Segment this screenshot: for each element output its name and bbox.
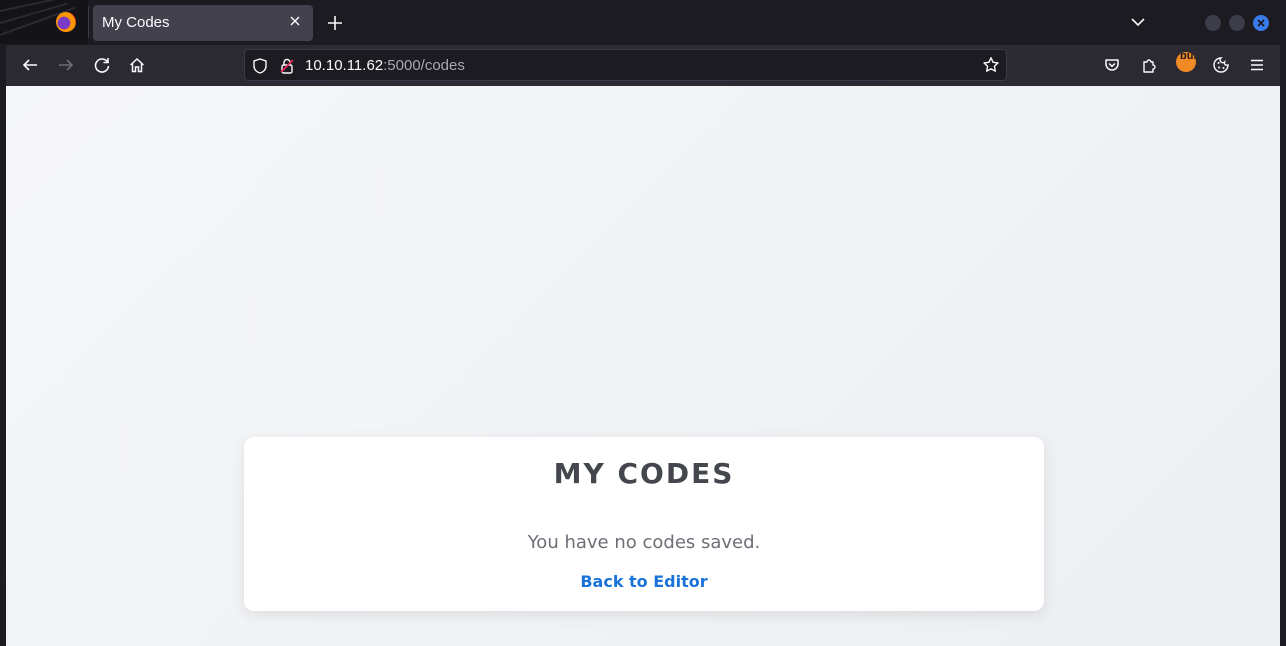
window-frame-right — [1280, 44, 1286, 646]
tab-bar: My Codes — [0, 0, 1286, 44]
url-host: 10.10.11.62 — [305, 57, 384, 74]
chevron-down-icon[interactable] — [1130, 15, 1146, 29]
minimize-button[interactable] — [1205, 15, 1221, 31]
reload-icon[interactable] — [93, 56, 111, 74]
tab-title: My Codes — [102, 14, 170, 31]
cookie-icon[interactable] — [1212, 56, 1230, 74]
page-viewport: MY CODES You have no codes saved. Back t… — [6, 86, 1280, 646]
pocket-icon[interactable] — [1103, 56, 1121, 74]
back-to-editor-link[interactable]: Back to Editor — [244, 572, 1044, 591]
close-icon — [1257, 19, 1265, 27]
hamburger-menu-icon[interactable] — [1248, 56, 1266, 74]
window-close-button[interactable] — [1253, 15, 1269, 31]
shield-icon[interactable] — [251, 57, 269, 75]
bookmark-star-icon[interactable] — [982, 56, 1000, 74]
page-title: MY CODES — [553, 457, 735, 490]
address-bar[interactable]: 10.10.11.62:5000/codes — [244, 49, 1007, 81]
new-tab-icon[interactable] — [326, 14, 344, 32]
maximize-button[interactable] — [1229, 15, 1245, 31]
empty-state-message: You have no codes saved. — [527, 532, 761, 553]
extensions-puzzle-icon[interactable] — [1140, 56, 1158, 74]
insecure-lock-icon[interactable] — [279, 57, 295, 75]
url-text[interactable]: 10.10.11.62:5000/codes — [305, 57, 465, 74]
home-icon[interactable] — [128, 56, 146, 74]
firefox-icon[interactable] — [56, 12, 76, 32]
tab-divider — [88, 6, 89, 38]
navigation-toolbar: 10.10.11.62:5000/codes burp — [6, 45, 1280, 86]
codes-card: MY CODES You have no codes saved. Back t… — [244, 437, 1044, 611]
back-arrow-icon[interactable] — [21, 56, 39, 74]
burp-extension-icon[interactable]: burp — [1176, 52, 1196, 72]
tab-my-codes[interactable]: My Codes — [93, 5, 313, 41]
close-icon[interactable] — [287, 13, 303, 29]
url-path: :5000/codes — [383, 57, 465, 74]
burp-label: burp — [1180, 52, 1196, 62]
forward-arrow-icon[interactable] — [57, 56, 75, 74]
